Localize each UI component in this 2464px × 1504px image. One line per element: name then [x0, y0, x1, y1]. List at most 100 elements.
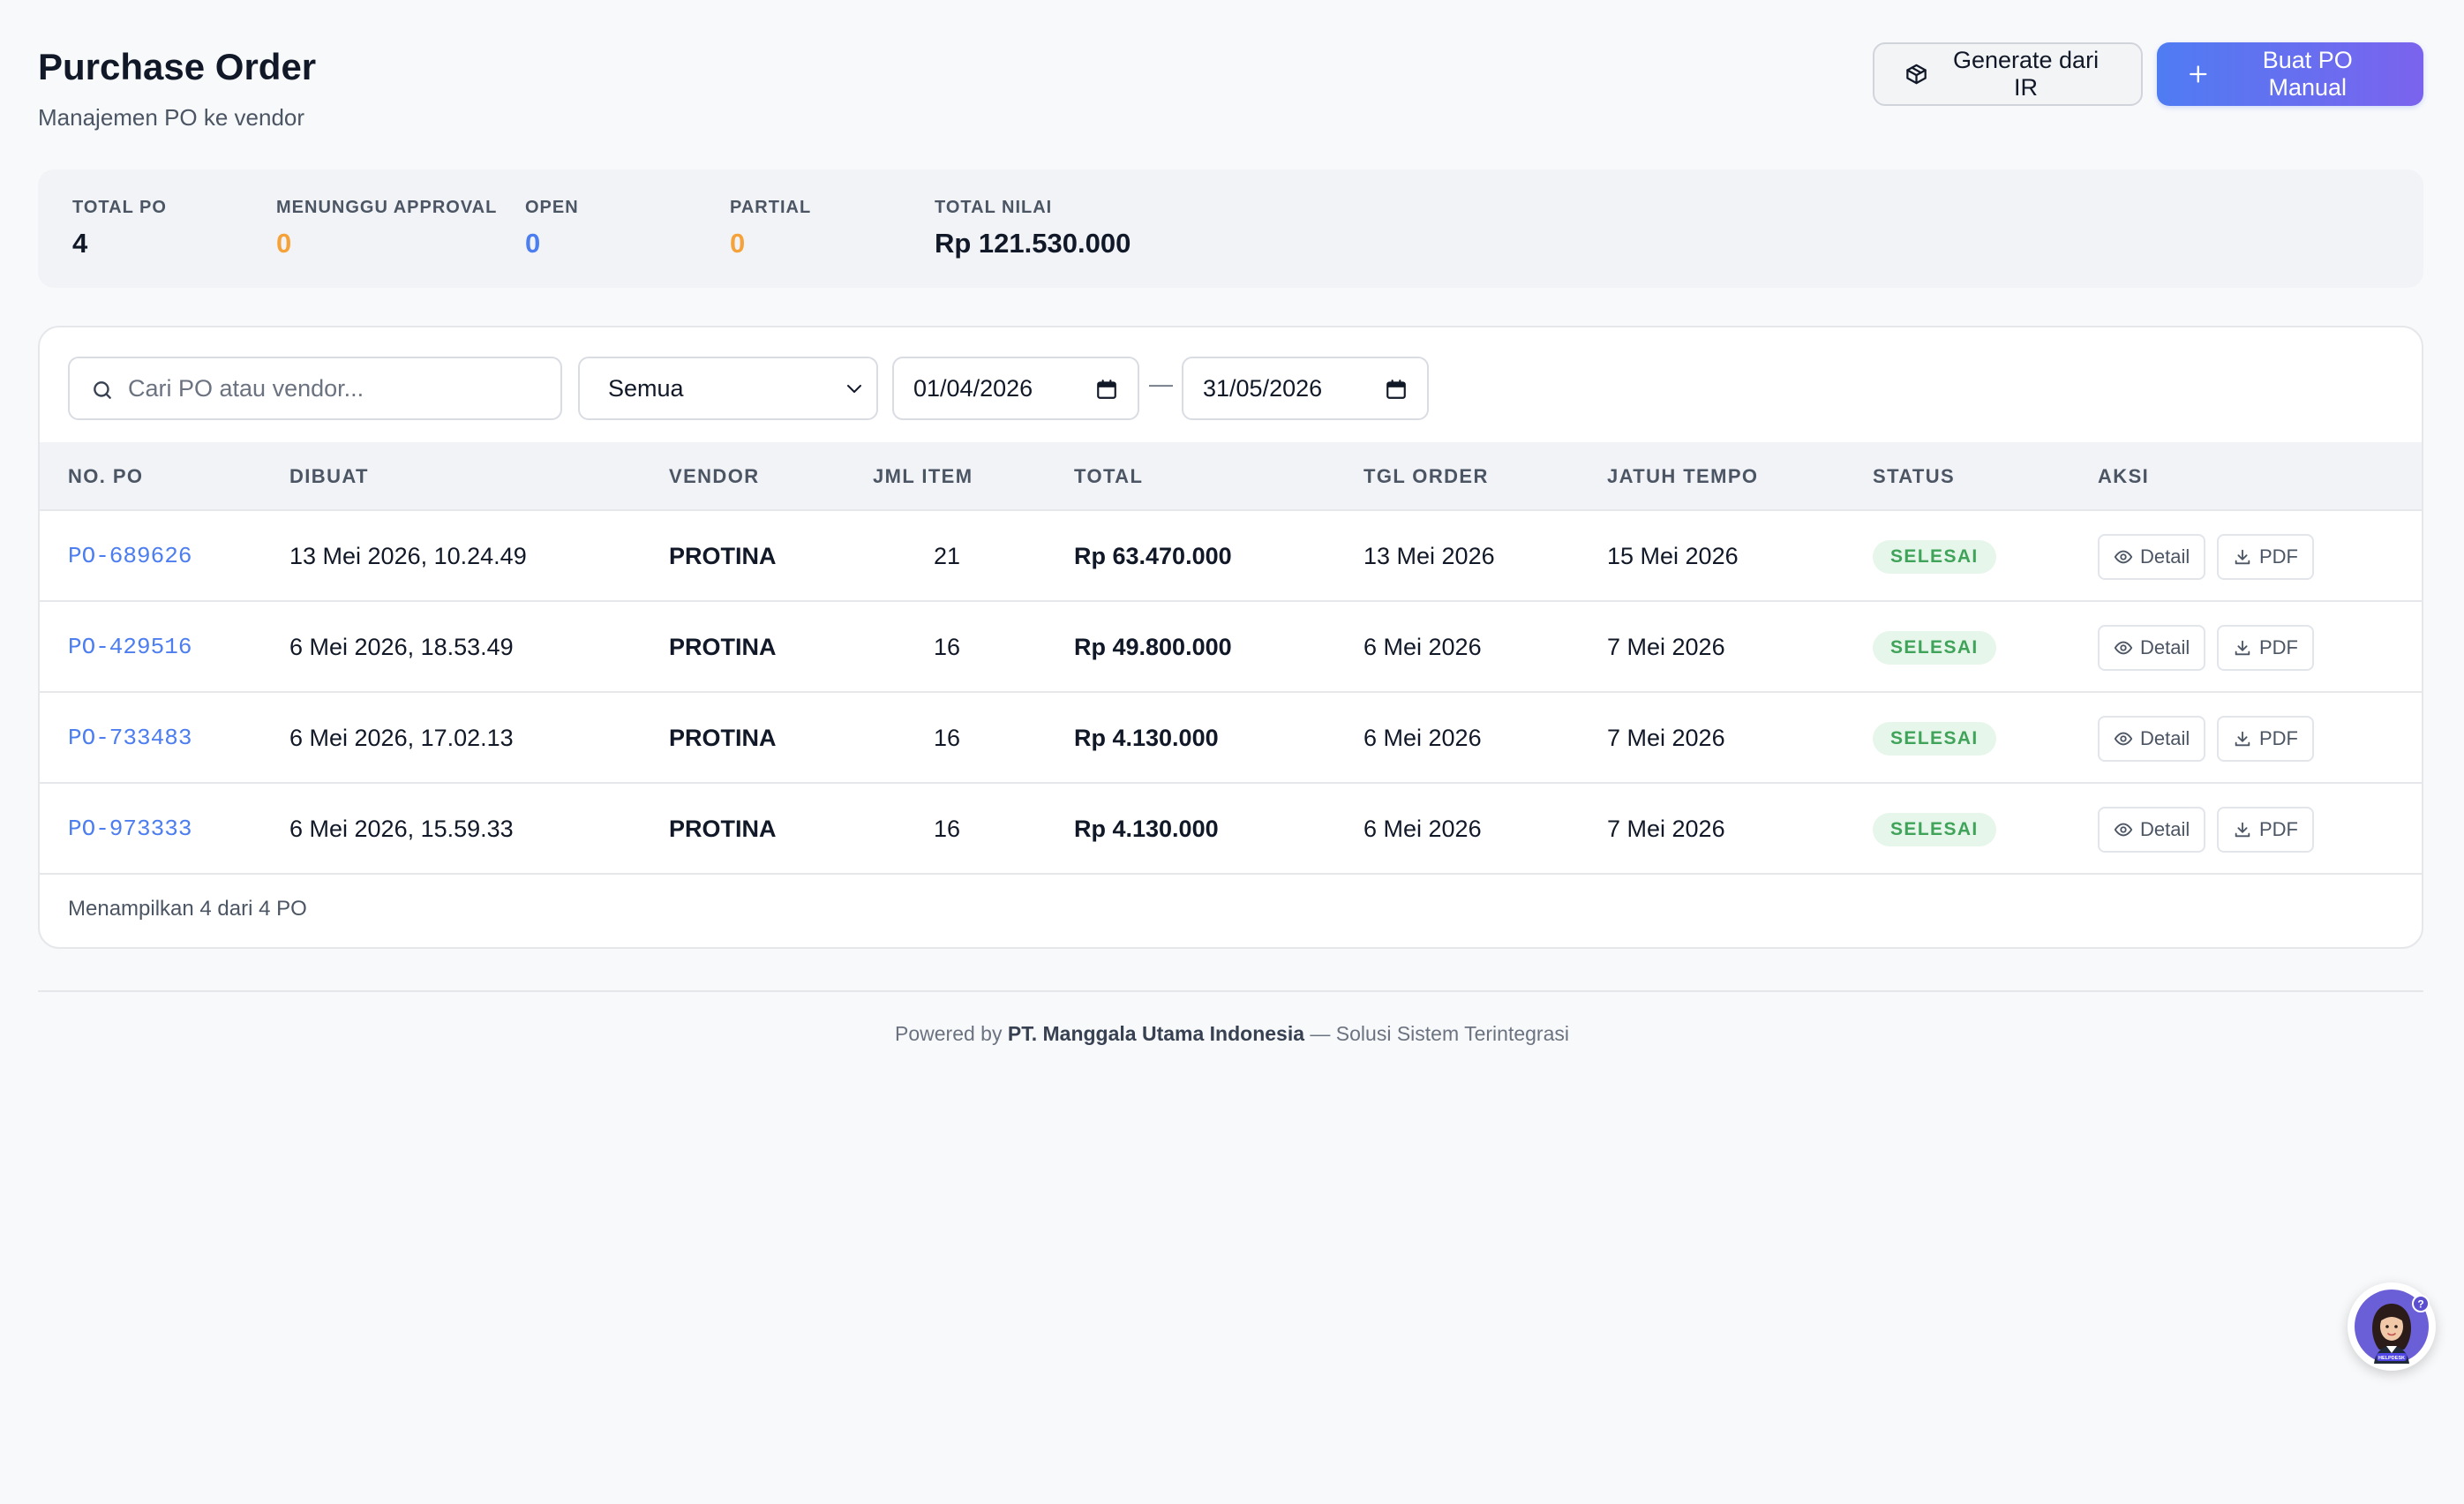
- detail-label: Detail: [2140, 818, 2190, 840]
- total-cell: Rp 63.470.000: [1074, 543, 1232, 569]
- stat-label: MENUNGGU APPROVAL: [276, 198, 498, 217]
- page-title: Purchase Order: [38, 46, 317, 87]
- pdf-label: PDF: [2259, 727, 2298, 749]
- column-header-due-date: JATUH TEMPO: [1607, 465, 1759, 487]
- status-badge: SELESAI: [1873, 631, 1996, 665]
- calendar-icon[interactable]: [1385, 378, 1408, 401]
- stat-value: 0: [730, 228, 746, 259]
- detail-label: Detail: [2140, 727, 2190, 749]
- stat-value: Rp 121.530.000: [935, 228, 1131, 259]
- date-to-value: 31/05/2026: [1203, 374, 1323, 402]
- search-box[interactable]: [68, 357, 562, 420]
- stat-value: 4: [72, 228, 88, 259]
- created-cell: 13 Mei 2026, 10.24.49: [289, 543, 527, 569]
- eye-icon: [2114, 641, 2133, 655]
- column-header-vendor: VENDOR: [669, 465, 760, 487]
- column-header-status: STATUS: [1873, 465, 1956, 487]
- detail-label: Detail: [2140, 545, 2190, 568]
- order-date-cell: 6 Mei 2026: [1363, 725, 1482, 751]
- download-icon: [2235, 822, 2250, 838]
- stat-total-po: TOTAL PO 4: [72, 196, 167, 261]
- created-cell: 6 Mei 2026, 15.59.33: [289, 816, 514, 842]
- pdf-download-button[interactable]: PDF: [2217, 716, 2314, 762]
- table-row: PO-733483 6 Mei 2026, 17.02.13 PROTINA 1…: [40, 693, 2422, 784]
- detail-label: Detail: [2140, 636, 2190, 658]
- stat-total-value: TOTAL NILAI Rp 121.530.000: [935, 196, 1131, 261]
- footer-divider: [38, 990, 2423, 992]
- date-range-separator: —: [1149, 371, 1173, 397]
- eye-icon: [2114, 823, 2133, 837]
- search-input[interactable]: [128, 358, 552, 418]
- calendar-icon[interactable]: [1095, 378, 1118, 401]
- stat-label: OPEN: [525, 198, 579, 217]
- detail-button[interactable]: Detail: [2098, 807, 2206, 853]
- due-date-cell: 7 Mei 2026: [1607, 725, 1725, 751]
- stat-pending-approval: MENUNGGU APPROVAL 0: [276, 196, 497, 261]
- status-filter-value: Semua: [608, 374, 684, 402]
- pdf-label: PDF: [2259, 636, 2298, 658]
- order-date-cell: 6 Mei 2026: [1363, 634, 1482, 660]
- stat-label: PARTIAL: [730, 198, 812, 217]
- svg-text:HELPDESK: HELPDESK: [2378, 1356, 2405, 1361]
- item-count-cell: 16: [933, 816, 961, 842]
- generate-from-ir-label: Generate dari IR: [1952, 47, 2100, 101]
- created-cell: 6 Mei 2026, 17.02.13: [289, 725, 514, 751]
- create-manual-po-button[interactable]: Buat PO Manual: [2157, 42, 2423, 106]
- pdf-download-button[interactable]: PDF: [2217, 807, 2314, 853]
- create-manual-po-label: Buat PO Manual: [2262, 47, 2353, 101]
- box-icon: [1906, 64, 1927, 85]
- item-count-cell: 16: [933, 634, 961, 660]
- download-icon: [2235, 731, 2250, 747]
- date-from-value: 01/04/2026: [913, 374, 1033, 402]
- total-cell: Rp 4.130.000: [1074, 725, 1219, 751]
- detail-button[interactable]: Detail: [2098, 625, 2206, 671]
- item-count-cell: 21: [933, 543, 961, 569]
- date-from-input[interactable]: 01/04/2026: [892, 357, 1139, 420]
- generate-from-ir-button[interactable]: Generate dari IR: [1873, 42, 2143, 106]
- vendor-cell: PROTINA: [669, 634, 777, 660]
- download-icon: [2235, 549, 2250, 565]
- order-date-cell: 13 Mei 2026: [1363, 543, 1495, 569]
- due-date-cell: 7 Mei 2026: [1607, 634, 1725, 660]
- svg-text:?: ?: [2417, 1298, 2423, 1311]
- pdf-download-button[interactable]: PDF: [2217, 625, 2314, 671]
- po-number-link[interactable]: PO-973333: [68, 814, 192, 844]
- status-badge: SELESAI: [1873, 722, 1996, 756]
- column-header-item-count: JML ITEM: [873, 465, 973, 487]
- table-header: NO. PO DIBUAT VENDOR JML ITEM TOTAL TGL …: [40, 442, 2422, 511]
- column-header-created: DIBUAT: [289, 465, 369, 487]
- detail-button[interactable]: Detail: [2098, 534, 2206, 580]
- stat-value: 0: [276, 228, 292, 259]
- filter-bar: Semua 01/04/2026 — 31/05/2026: [68, 357, 2398, 420]
- table-row: PO-689626 13 Mei 2026, 10.24.49 PROTINA …: [40, 511, 2422, 602]
- status-badge: SELESAI: [1873, 813, 1996, 846]
- order-date-cell: 6 Mei 2026: [1363, 816, 1482, 842]
- pdf-label: PDF: [2259, 818, 2298, 840]
- column-header-order-date: TGL ORDER: [1363, 465, 1489, 487]
- purchase-order-page: Purchase Order Manajemen PO ke vendor Ge…: [0, 0, 2464, 1504]
- column-header-total: TOTAL: [1074, 465, 1144, 487]
- header-actions: Generate dari IR Buat PO Manual: [1873, 42, 2423, 106]
- date-to-input[interactable]: 31/05/2026: [1182, 357, 1429, 420]
- created-cell: 6 Mei 2026, 18.53.49: [289, 634, 514, 660]
- column-header-actions: AKSI: [2098, 465, 2150, 487]
- due-date-cell: 7 Mei 2026: [1607, 816, 1725, 842]
- stat-label: TOTAL NILAI: [935, 198, 1053, 217]
- pdf-label: PDF: [2259, 545, 2298, 568]
- po-number-link[interactable]: PO-689626: [68, 541, 192, 571]
- helpdesk-assistant-button[interactable]: ? HELPDESK: [2348, 1282, 2436, 1371]
- table-row: PO-973333 6 Mei 2026, 15.59.33 PROTINA 1…: [40, 784, 2422, 875]
- pdf-download-button[interactable]: PDF: [2217, 534, 2314, 580]
- po-number-link[interactable]: PO-733483: [68, 723, 192, 753]
- plus-icon: [2190, 65, 2207, 83]
- vendor-cell: PROTINA: [669, 816, 777, 842]
- page-subtitle: Manajemen PO ke vendor: [38, 104, 305, 131]
- detail-button[interactable]: Detail: [2098, 716, 2206, 762]
- stat-open: OPEN 0: [525, 196, 579, 261]
- po-number-link[interactable]: PO-429516: [68, 632, 192, 662]
- table-row: PO-429516 6 Mei 2026, 18.53.49 PROTINA 1…: [40, 602, 2422, 693]
- status-badge: SELESAI: [1873, 540, 1996, 574]
- status-filter-select[interactable]: Semua: [578, 357, 878, 420]
- due-date-cell: 15 Mei 2026: [1607, 543, 1739, 569]
- stat-partial: PARTIAL 0: [730, 196, 811, 261]
